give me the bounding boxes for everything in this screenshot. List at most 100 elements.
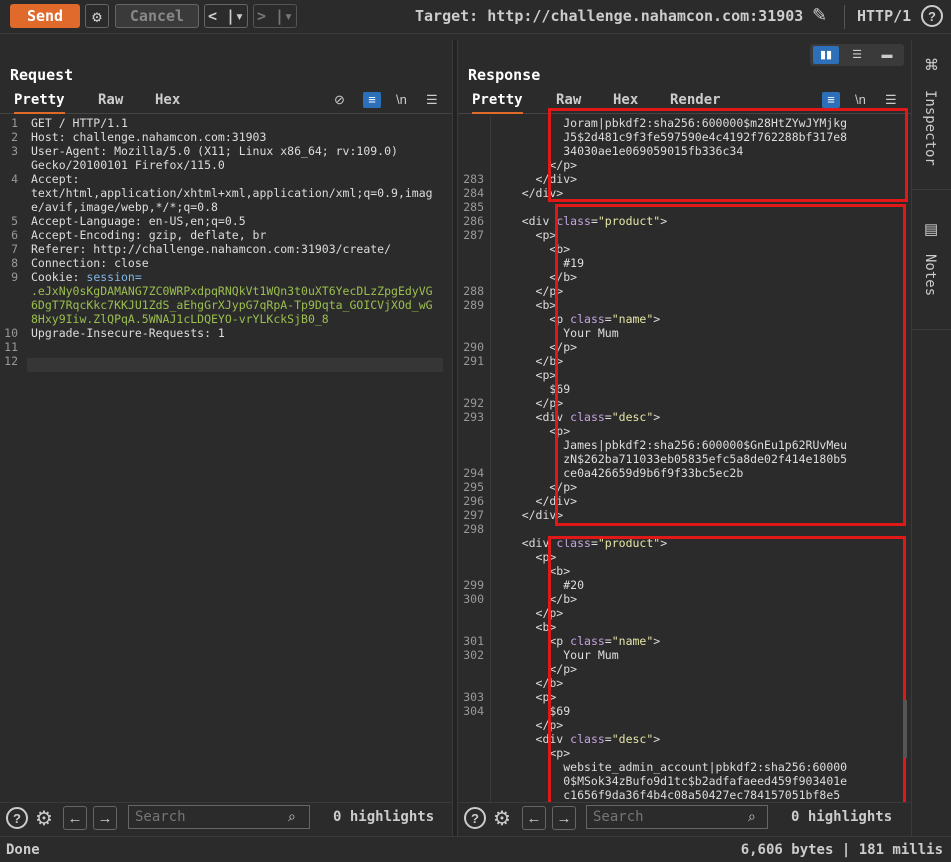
sidebar-tab-inspector[interactable]: ⌘ Inspector xyxy=(912,40,951,190)
line-number xyxy=(458,564,484,578)
notes-icon: ▤ xyxy=(924,221,939,238)
line-number xyxy=(458,452,484,466)
split-vertical-icon[interactable]: ☰ xyxy=(844,46,870,64)
line-number: 9 xyxy=(11,270,18,284)
menu-icon[interactable]: ☰ xyxy=(885,92,897,108)
send-button[interactable]: Send xyxy=(10,4,80,28)
sidebar-tab-notes[interactable]: ▤ Notes xyxy=(912,210,951,330)
line-number xyxy=(458,438,484,452)
hide-icon[interactable]: ⊘ xyxy=(334,92,345,108)
request-search-bar: ? ⚙ ← → ⌕ 0 highlights xyxy=(0,802,452,832)
line-number: 8 xyxy=(11,256,18,270)
wrap-lines-icon[interactable]: ≡ xyxy=(363,92,381,108)
line-number: 290 xyxy=(463,340,484,354)
divider xyxy=(844,5,845,29)
line-number: 4 xyxy=(11,172,18,186)
search-input[interactable] xyxy=(128,805,310,829)
line-number: 294 xyxy=(463,466,484,480)
notes-label: Notes xyxy=(922,254,938,297)
highlight-box xyxy=(548,108,908,202)
line-number: 11 xyxy=(4,340,18,354)
previous-match-button[interactable]: ← xyxy=(522,806,546,830)
line-number: 295 xyxy=(463,480,484,494)
split-horizontal-icon[interactable]: ▮▮ xyxy=(813,46,839,64)
line-number: 297 xyxy=(463,508,484,522)
highlight-box xyxy=(548,536,906,808)
forward-history-button[interactable]: > |▾ xyxy=(253,4,297,28)
search-input[interactable] xyxy=(586,805,768,829)
line-number: 1 xyxy=(11,116,18,130)
right-sidebar: ⌘ Inspector ▤ Notes xyxy=(911,40,951,836)
code-line: 8Hxy9Iiw.ZlQPqA.5WNAJ1cLDQEYO-vrYLKckSjB… xyxy=(31,312,329,326)
code-line: Gecko/20100101 Firefox/115.0 xyxy=(31,158,225,172)
line-number xyxy=(458,718,484,732)
code-line: .eJxNy0sKgDAMANG7ZC0WRPxdpqRNQkVt1WQn3t0… xyxy=(31,284,433,298)
line-number xyxy=(458,326,484,340)
line-number xyxy=(458,144,484,158)
line-number xyxy=(458,158,484,172)
line-number: 5 xyxy=(11,214,18,228)
help-icon[interactable]: ? xyxy=(464,807,486,829)
line-number xyxy=(458,732,484,746)
line-number: 303 xyxy=(463,690,484,704)
line-number: 10 xyxy=(4,326,18,340)
next-match-button[interactable]: → xyxy=(93,806,117,830)
highlight-box xyxy=(555,204,906,526)
line-number: 283 xyxy=(463,172,484,186)
line-number: 287 xyxy=(463,228,484,242)
request-code: GET / HTTP/1.1 Host: challenge.nahamcon.c… xyxy=(31,116,433,368)
target-label: Target: http://challenge.nahamcon.com:31… xyxy=(415,7,804,25)
code-line: Accept: xyxy=(31,172,80,186)
newline-icon[interactable]: \n xyxy=(855,92,866,107)
gutter-divider xyxy=(490,116,491,802)
line-number: 291 xyxy=(463,354,484,368)
help-icon[interactable]: ? xyxy=(6,807,28,829)
line-number: 284 xyxy=(463,186,484,200)
single-pane-icon[interactable]: ▬ xyxy=(874,46,900,64)
menu-icon[interactable]: ☰ xyxy=(426,92,438,108)
gear-icon[interactable]: ⚙ xyxy=(85,4,109,28)
line-number xyxy=(458,662,484,676)
gear-icon[interactable]: ⚙ xyxy=(35,806,53,831)
newline-icon[interactable]: \n xyxy=(396,92,407,107)
search-icon: ⌕ xyxy=(288,808,296,824)
line-number xyxy=(458,116,484,130)
tab-pretty[interactable]: Pretty xyxy=(472,92,523,114)
line-number xyxy=(458,620,484,634)
search-icon: ⌕ xyxy=(748,808,756,824)
line-number xyxy=(458,256,484,270)
line-number: 301 xyxy=(463,634,484,648)
line-number: 12 xyxy=(4,354,18,368)
scrollbar-thumb[interactable] xyxy=(903,700,907,758)
line-number xyxy=(458,606,484,620)
line-number: 288 xyxy=(463,284,484,298)
code-line: 6DgT7RqcKkc7KKJU1ZdS_aEhgGrXJypG7qRpA-Tp… xyxy=(31,298,433,312)
highlights-count: 0 highlights xyxy=(333,809,435,825)
pencil-icon[interactable]: ✎ xyxy=(812,5,827,26)
response-search-bar: ? ⚙ ← → ⌕ 0 highlights xyxy=(458,802,911,832)
request-title: Request xyxy=(10,66,74,84)
help-icon[interactable]: ? xyxy=(921,5,943,27)
line-number: 3 xyxy=(11,144,18,158)
wrap-lines-icon[interactable]: ≡ xyxy=(822,92,840,108)
previous-match-button[interactable]: ← xyxy=(63,806,87,830)
line-number: 296 xyxy=(463,494,484,508)
next-match-button[interactable]: → xyxy=(552,806,576,830)
line-number xyxy=(0,284,18,298)
line-number xyxy=(0,158,18,172)
back-history-button[interactable]: < |▾ xyxy=(204,4,248,28)
line-number: 299 xyxy=(463,578,484,592)
tab-raw[interactable]: Raw xyxy=(98,92,123,114)
line-gutter: 283 284 285 286 287 288 289 290 291 292 293 294 295 2… xyxy=(458,116,484,802)
code-line: Cookie: session= xyxy=(31,270,142,284)
cancel-button[interactable]: Cancel xyxy=(115,4,199,28)
protocol-label[interactable]: HTTP/1 xyxy=(857,7,911,25)
code-line: User-Agent: Mozilla/5.0 (X11; Linux x86_… xyxy=(31,144,398,158)
tab-pretty[interactable]: Pretty xyxy=(14,92,65,114)
line-number xyxy=(458,242,484,256)
request-panel: Request Pretty Raw Hex ⊘ ≡ \n ☰ 12345678… xyxy=(0,40,452,802)
gear-icon[interactable]: ⚙ xyxy=(493,806,511,831)
request-editor[interactable]: 1 2 3 4 5 6 7 8 9 10 11 12 GET / HTTP/1.1 Host: chal… xyxy=(0,116,452,802)
tab-hex[interactable]: Hex xyxy=(155,92,180,114)
